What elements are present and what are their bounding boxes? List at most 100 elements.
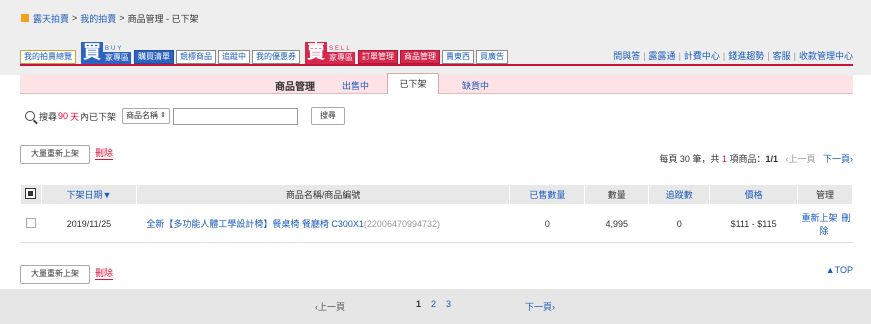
link-divider: |: [722, 51, 726, 61]
link-divider: |: [643, 51, 646, 61]
search-prefix: 搜尋: [39, 111, 58, 122]
breadcrumb-my-auction-link[interactable]: 我的拍賣: [80, 12, 116, 25]
subnav-out-of-stock[interactable]: 缺貨中: [462, 79, 489, 92]
row-qty: 4,995: [584, 204, 649, 243]
breadcrumb-home-link[interactable]: 露天拍賣: [33, 12, 69, 25]
total-unit: 項商品：: [729, 154, 766, 164]
breadcrumb-separator: >: [119, 13, 125, 23]
footer-prev[interactable]: ‹上一頁: [315, 300, 345, 313]
row-name-cell: 全新【多功能人體工學設計椅】餐桌椅 餐廳椅 C300X1(22006470994…: [136, 204, 510, 243]
breadcrumb-current: 商品管理 - 已下架: [127, 13, 199, 24]
top-action-row: 大量重新上架 刪除: [20, 144, 114, 164]
header-area: 露天拍賣 > 我的拍賣 > 商品管理 - 已下架 我的拍賣總覽 買 BUY 家專區…: [0, 0, 871, 75]
pager-next[interactable]: 下一頁›: [823, 154, 853, 164]
row-relist-link[interactable]: 重新上架: [802, 213, 838, 223]
tab-bidding[interactable]: 競標商品: [176, 50, 216, 64]
table-header-row: 下架日期▼ 商品名稱/商品編號 已售數量 數量 追蹤數 價格 管理: [20, 184, 853, 205]
search-button[interactable]: 搜尋: [310, 107, 345, 125]
bottom-action-row: 大量重新上架 刪除: [20, 264, 114, 284]
header-track[interactable]: 追蹤數: [648, 184, 711, 205]
pager-info: 每頁 30 筆，共 1 項商品：1/1 ‹上一頁 下一頁›: [659, 152, 853, 165]
tab-divider-line: [20, 64, 853, 66]
page-indicator: 1/1: [765, 154, 778, 164]
top-tab-strip: 我的拍賣總覽 買 BUY 家專區 購買清單 競標商品 追蹤中 我的優惠券 賣 SE…: [20, 41, 510, 65]
row-product-code: (22006470994732): [363, 219, 440, 229]
tab-coupons[interactable]: 我的優惠券: [252, 50, 300, 64]
header-date[interactable]: 下架日期▼: [40, 184, 137, 205]
link-support[interactable]: 客服: [773, 51, 791, 61]
per-page-prefix: 每頁: [659, 154, 678, 164]
product-table: 下架日期▼ 商品名稱/商品編號 已售數量 數量 追蹤數 價格 管理 2019/1…: [20, 184, 853, 243]
back-to-top-link[interactable]: ▲TOP: [826, 265, 853, 275]
buy-en-label: BUY: [105, 46, 124, 52]
tab-product-management[interactable]: 商品管理: [400, 50, 440, 64]
header-name: 商品名稱/商品編號: [135, 184, 511, 205]
select-arrows-icon: ⇕: [160, 112, 166, 119]
delete-link-bottom[interactable]: 刪除: [95, 268, 114, 280]
search-days: 90: [58, 111, 69, 121]
link-money-trend[interactable]: 錢進趨勢: [728, 51, 764, 61]
tab-tracking[interactable]: 追蹤中: [218, 50, 250, 64]
search-field-select[interactable]: 商品名稱 ⇕: [122, 108, 170, 124]
bulk-relist-button-bottom[interactable]: 大量重新上架: [20, 264, 90, 284]
select-all-checkbox[interactable]: [25, 188, 37, 199]
subnav-on-sale[interactable]: 出售中: [342, 79, 369, 92]
footer-page-2[interactable]: 2: [431, 299, 436, 309]
footer-page-1[interactable]: 1: [416, 299, 421, 309]
per-page-unit: 筆，共: [692, 154, 720, 164]
buyer-zone-brand[interactable]: 買 BUY 家專區: [81, 40, 131, 64]
top-links: 問與答 | 露露通 | 計費中心 | 錢進趨勢 | 客服 | 收款管理中心: [613, 49, 853, 62]
select-all-header: [20, 184, 42, 205]
header-manage: 管理: [797, 184, 853, 205]
search-icon: [25, 111, 35, 121]
row-product-link[interactable]: 全新【多功能人體工學設計椅】餐桌椅 餐廳椅 C300X1: [146, 219, 364, 229]
buy-char-logo: 買: [81, 42, 103, 64]
sell-zone-caption: SELL 家專區: [327, 46, 355, 64]
breadcrumb-separator: >: [72, 13, 78, 23]
search-suffix: 內已下架: [80, 111, 117, 122]
search-field-value: 商品名稱: [126, 111, 159, 120]
tab-overview[interactable]: 我的拍賣總覽: [20, 50, 76, 64]
header-sold[interactable]: 已售數量: [509, 184, 586, 205]
header-price[interactable]: 價格: [709, 184, 799, 205]
footer-page-3[interactable]: 3: [446, 299, 451, 309]
footer-pagination: ‹上一頁 123 下一頁›: [0, 289, 871, 324]
tab-buy-ads[interactable]: 買廣告: [476, 50, 508, 64]
breadcrumb: 露天拍賣 > 我的拍賣 > 商品管理 - 已下架: [21, 12, 199, 24]
footer-next[interactable]: 下一頁›: [525, 300, 555, 313]
sell-en-label: SELL: [329, 46, 352, 52]
seller-zone-brand[interactable]: 賣 SELL 家專區: [305, 40, 355, 64]
row-track: 0: [648, 204, 710, 243]
tab-sell-item[interactable]: 賣東西: [442, 50, 474, 64]
pager-prev[interactable]: ‹上一頁: [785, 154, 815, 164]
footer-pages: 123: [416, 299, 461, 309]
sell-char-logo: 賣: [305, 42, 327, 64]
buy-zone-caption: BUY 家專區: [103, 46, 131, 64]
link-faq[interactable]: 問與答: [613, 51, 640, 61]
row-date: 2019/11/25: [41, 204, 137, 243]
delete-link[interactable]: 刪除: [95, 148, 114, 160]
bulk-relist-button[interactable]: 大量重新上架: [20, 144, 90, 164]
header-qty: 數量: [584, 184, 650, 205]
per-page-value: 30: [679, 154, 690, 164]
row-sold: 0: [509, 204, 585, 243]
link-lulutong[interactable]: 露露通: [649, 51, 676, 61]
total-count: 1: [721, 154, 727, 164]
link-divider: |: [793, 51, 796, 61]
link-payment-center[interactable]: 收款管理中心: [799, 51, 853, 61]
table-row: 2019/11/25 全新【多功能人體工學設計椅】餐桌椅 餐廳椅 C300X1(…: [20, 204, 853, 243]
row-manage-cell: 重新上架 刪除: [797, 204, 853, 243]
breadcrumb-square-icon: [21, 14, 29, 22]
link-billing[interactable]: 計費中心: [684, 51, 720, 61]
subnav-delisted[interactable]: 已下架: [387, 73, 439, 94]
row-checkbox[interactable]: [25, 217, 36, 228]
search-input[interactable]: [172, 107, 298, 125]
subnav-title: 商品管理: [275, 82, 315, 93]
link-divider: |: [678, 51, 681, 61]
tab-order-management[interactable]: 訂單管理: [358, 50, 398, 64]
search-bar: 搜尋 90 天 內已下架 商品名稱 ⇕ 搜尋: [25, 107, 345, 125]
sub-navigation: 商品管理 出售中 已下架 缺貨中: [20, 73, 853, 94]
row-price: $111 - $115: [709, 204, 798, 243]
link-divider: |: [767, 51, 770, 61]
tab-purchase-list[interactable]: 購買清單: [134, 50, 174, 64]
